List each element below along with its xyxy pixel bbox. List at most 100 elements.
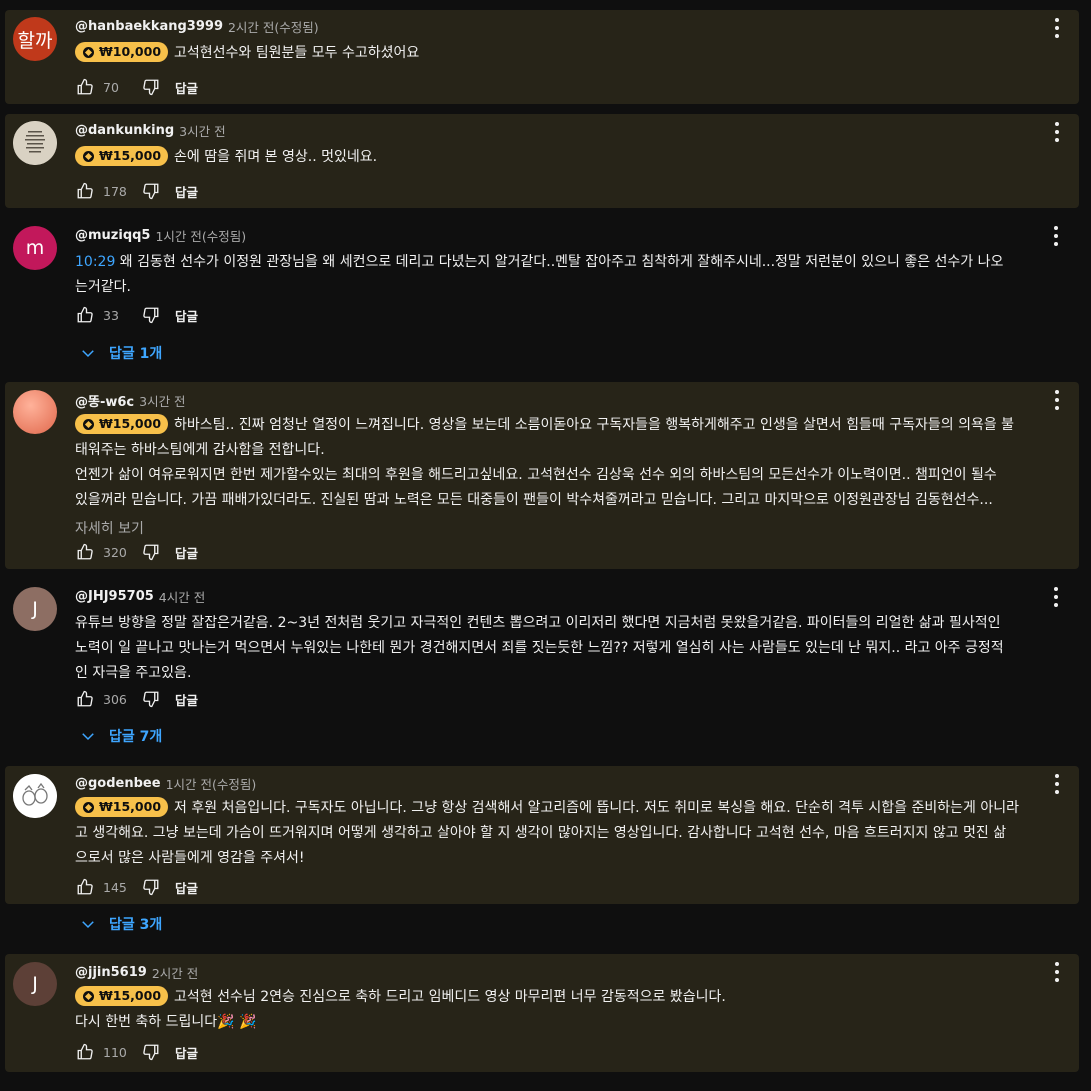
like-count: 306 xyxy=(103,691,127,707)
reply-button[interactable]: 답글 xyxy=(175,182,198,201)
comment-text: 하바스팀.. 진짜 엄청난 열정이 느껴집니다. 영상을 보는데 소름이돋아요 … xyxy=(174,417,1015,433)
comment-actions: 33 답글 xyxy=(75,305,198,325)
view-replies-label: 답글 7개 xyxy=(109,729,163,745)
avatar[interactable] xyxy=(13,390,57,434)
avatar[interactable]: J xyxy=(13,962,57,1006)
read-more-button[interactable]: 자세히 보기 xyxy=(75,517,1064,541)
more-actions-icon[interactable] xyxy=(1045,772,1069,796)
thumbs-down-icon[interactable] xyxy=(141,877,161,897)
comment-card: J @jjin5619 2시간 전 ₩15,000 고석현 선수님 2연승 진심으로… xyxy=(5,954,1079,1072)
like-count: 33 xyxy=(103,307,119,323)
comment-card: 할까 @hanbaekkang3999 2시간 전(수정됨) ₩10,000 고석현… xyxy=(5,10,1079,104)
comment-text: 으로서 많은 사람들에게 영감을 주셔서! xyxy=(75,850,305,866)
reply-button[interactable]: 답글 xyxy=(175,78,198,97)
thumbs-down-icon[interactable] xyxy=(141,181,161,201)
comment-text: 고석현 선수님 2연승 진심으로 축하 드리고 임베디드 영상 마무리편 너무 … xyxy=(174,989,726,1005)
chevron-down-icon xyxy=(82,921,94,929)
view-replies-button[interactable]: 답글 3개 xyxy=(79,914,162,934)
thumbs-up-icon[interactable] xyxy=(75,877,95,897)
comment-text: 왜 김동현 선수가 이정원 관장님을 왜 세컨으로 데리고 다녔는지 알거같다.… xyxy=(115,254,1004,270)
like-count: 145 xyxy=(103,879,127,895)
more-actions-icon[interactable] xyxy=(1045,16,1069,40)
super-thanks-badge: ₩15,000 xyxy=(75,414,169,434)
comment-actions: 306 답글 xyxy=(75,689,198,709)
thumbs-down-icon[interactable] xyxy=(141,77,161,97)
thumbs-up-icon[interactable] xyxy=(75,77,95,97)
super-thanks-amount: ₩15,000 xyxy=(99,987,162,1003)
avatar[interactable] xyxy=(13,774,57,818)
comment-time[interactable]: 1시간 전(수정됨) xyxy=(166,774,257,793)
more-actions-icon[interactable] xyxy=(1045,388,1069,412)
super-thanks-amount: ₩15,000 xyxy=(99,415,162,431)
comment-time[interactable]: 2시간 전 xyxy=(152,963,198,982)
view-replies-label: 답글 1개 xyxy=(109,346,163,362)
super-thanks-icon xyxy=(83,46,94,58)
view-replies-button[interactable]: 답글 1개 xyxy=(79,343,162,363)
comment-author[interactable]: @dankunking xyxy=(75,123,174,138)
comment-body: @dankunking 3시간 전 ₩15,000 손에 땀을 쥐며 본 영상.. … xyxy=(75,120,1064,170)
comment-text: 인 자극을 주고있음. xyxy=(75,665,192,681)
comment-body: @hanbaekkang3999 2시간 전(수정됨) ₩10,000 고석현선수와… xyxy=(75,16,1064,66)
reply-button[interactable]: 답글 xyxy=(175,543,198,562)
comment-author[interactable]: @muziqq5 xyxy=(75,228,150,243)
video-timestamp-link[interactable]: 10:29 xyxy=(75,254,115,270)
comment-body: @JHJ95705 4시간 전 유튜브 방향을 정말 잘잡은거같음. 2~3년 전… xyxy=(75,586,1071,686)
avatar[interactable] xyxy=(13,121,57,165)
thumbs-up-icon[interactable] xyxy=(75,181,95,201)
comment-actions: 320 답글 xyxy=(75,542,198,562)
reply-button[interactable]: 답글 xyxy=(175,306,198,325)
comment-card: @godenbee 1시간 전(수정됨) ₩15,000 저 후원 처음입니다. 구… xyxy=(5,766,1079,904)
comment-author[interactable]: @godenbee xyxy=(75,776,161,791)
reply-button[interactable]: 답글 xyxy=(175,690,198,709)
like-count: 320 xyxy=(103,544,127,560)
comment-text: 유튜브 방향을 정말 잘잡은거같음. 2~3년 전처럼 웃기고 자극적인 컨텐츠… xyxy=(75,615,1001,631)
reply-button[interactable]: 답글 xyxy=(175,878,198,897)
thumbs-up-icon[interactable] xyxy=(75,542,95,562)
more-actions-icon[interactable] xyxy=(1044,224,1068,248)
reply-button[interactable]: 답글 xyxy=(175,1043,198,1062)
more-actions-icon[interactable] xyxy=(1044,585,1068,609)
comment-card: J @JHJ95705 4시간 전 유튜브 방향을 정말 잘잡은거같음. 2~3년… xyxy=(0,579,1091,754)
comment-actions: 110 답글 xyxy=(75,1042,198,1062)
comment-time[interactable]: 4시간 전 xyxy=(159,587,205,606)
comment-time[interactable]: 1시간 전(수정됨) xyxy=(155,226,246,245)
view-replies-button[interactable]: 답글 7개 xyxy=(79,726,162,746)
thumbs-down-icon[interactable] xyxy=(141,689,161,709)
chevron-down-icon xyxy=(82,350,94,358)
super-thanks-icon xyxy=(83,418,94,430)
super-thanks-badge: ₩15,000 xyxy=(75,146,169,166)
comment-text: 있을꺼라 믿습니다. 가끔 패배가있더라도. 진실된 땀과 노력은 모든 대중들… xyxy=(75,492,993,508)
avatar[interactable]: m xyxy=(13,226,57,270)
comment-text: 고석현선수와 팀원분들 모두 수고하셨어요 xyxy=(174,45,420,61)
thumbs-up-icon[interactable] xyxy=(75,1042,95,1062)
comment-card: @dankunking 3시간 전 ₩15,000 손에 땀을 쥐며 본 영상.. … xyxy=(5,114,1079,208)
thumbs-down-icon[interactable] xyxy=(141,1042,161,1062)
more-actions-icon[interactable] xyxy=(1045,960,1069,984)
like-count: 178 xyxy=(103,183,127,199)
more-actions-icon[interactable] xyxy=(1045,120,1069,144)
comment-actions: 178 답글 xyxy=(75,181,198,201)
comment-author[interactable]: @hanbaekkang3999 xyxy=(75,19,223,34)
thumbs-down-icon[interactable] xyxy=(141,542,161,562)
comment-card: @똥-w6c 3시간 전 ₩15,000 하바스팀.. 진짜 엄청난 열정이 느껴집… xyxy=(5,382,1079,569)
comment-text: 언젠가 삶이 여유로워지면 한번 제가할수있는 최대의 후원을 해드리고싶네요.… xyxy=(75,467,997,483)
comment-text: 태워주는 하바스팀에게 감사함을 전합니다. xyxy=(75,442,325,458)
comment-body: @muziqq5 1시간 전(수정됨) 10:29 왜 김동현 선수가 이정원 관… xyxy=(75,225,1071,300)
comment-actions: 145 답글 xyxy=(75,877,198,897)
comment-author[interactable]: @똥-w6c xyxy=(75,391,134,410)
comment-actions: 70 답글 xyxy=(75,77,198,97)
super-thanks-icon xyxy=(83,801,94,813)
thumbs-up-icon[interactable] xyxy=(75,305,95,325)
comment-body: @똥-w6c 3시간 전 ₩15,000 하바스팀.. 진짜 엄청난 열정이 느껴집… xyxy=(75,390,1064,541)
like-count: 70 xyxy=(103,79,119,95)
comment-time[interactable]: 2시간 전(수정됨) xyxy=(228,17,319,36)
comment-time[interactable]: 3시간 전 xyxy=(179,121,225,140)
comment-text: 손에 땀을 쥐며 본 영상.. 멋있네요. xyxy=(174,149,378,165)
avatar[interactable]: J xyxy=(13,587,57,631)
comment-time[interactable]: 3시간 전 xyxy=(139,391,185,410)
thumbs-down-icon[interactable] xyxy=(141,305,161,325)
thumbs-up-icon[interactable] xyxy=(75,689,95,709)
comment-author[interactable]: @JHJ95705 xyxy=(75,589,154,604)
comment-author[interactable]: @jjin5619 xyxy=(75,965,147,980)
avatar[interactable]: 할까 xyxy=(13,17,57,61)
